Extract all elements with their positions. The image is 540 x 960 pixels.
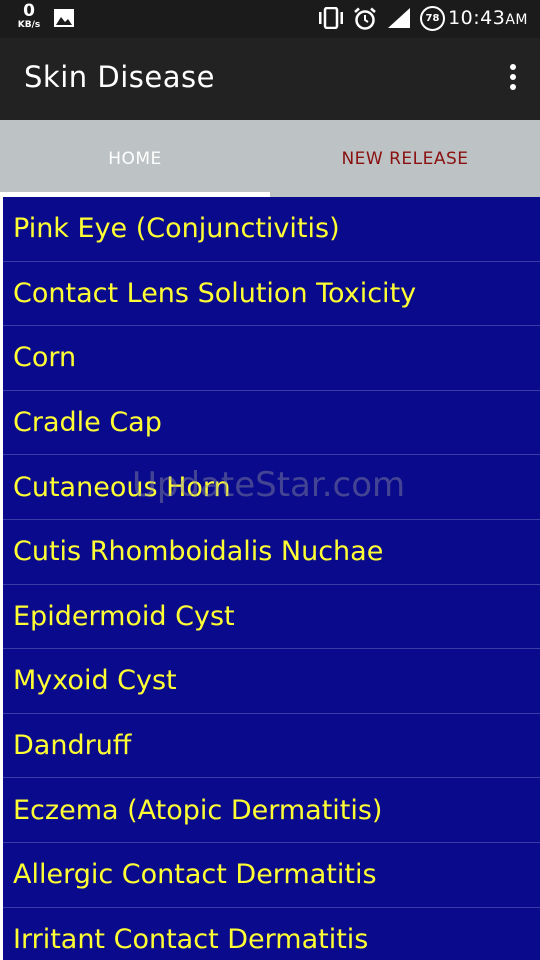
disease-list[interactable]: Pink Eye (Conjunctivitis) Contact Lens S… — [0, 197, 540, 960]
list-item[interactable]: Contact Lens Solution Toxicity — [3, 262, 540, 327]
app-toolbar: Skin Disease — [0, 38, 540, 120]
tab-home[interactable]: HOME — [0, 120, 270, 197]
list-item[interactable]: Dandruff — [3, 714, 540, 779]
network-speed-value: 0 — [23, 1, 35, 21]
battery-icon: 78 — [420, 6, 445, 31]
clock-time: 10:43 — [448, 7, 506, 29]
battery-level: 78 — [425, 13, 440, 24]
image-icon — [54, 9, 74, 27]
status-bar: 0 KB/s 78 10:43AM — [0, 0, 540, 38]
clock: 10:43AM — [448, 7, 528, 29]
tab-bar: HOME NEW RELEASE — [0, 120, 540, 197]
network-speed-unit: KB/s — [17, 20, 41, 30]
list-item[interactable]: Corn — [3, 326, 540, 391]
signal-icon — [388, 8, 410, 28]
list-item[interactable]: Pink Eye (Conjunctivitis) — [3, 197, 540, 262]
list-item[interactable]: Cradle Cap — [3, 391, 540, 456]
list-item[interactable]: Allergic Contact Dermatitis — [3, 843, 540, 908]
vibrate-icon — [319, 7, 343, 29]
list-item[interactable]: Irritant Contact Dermatitis — [3, 908, 540, 960]
more-vert-icon[interactable] — [506, 64, 520, 94]
network-speed: 0 KB/s — [14, 3, 44, 30]
tab-new-release[interactable]: NEW RELEASE — [270, 120, 540, 197]
app-title: Skin Disease — [24, 60, 215, 94]
list-item[interactable]: Eczema (Atopic Dermatitis) — [3, 778, 540, 843]
alarm-icon — [354, 7, 376, 30]
list-item[interactable]: Epidermoid Cyst — [3, 585, 540, 650]
list-item[interactable]: Cutis Rhomboidalis Nuchae — [3, 520, 540, 585]
clock-ampm: AM — [505, 12, 528, 28]
list-item[interactable]: Cutaneous Horn — [3, 455, 540, 520]
list-item[interactable]: Myxoid Cyst — [3, 649, 540, 714]
